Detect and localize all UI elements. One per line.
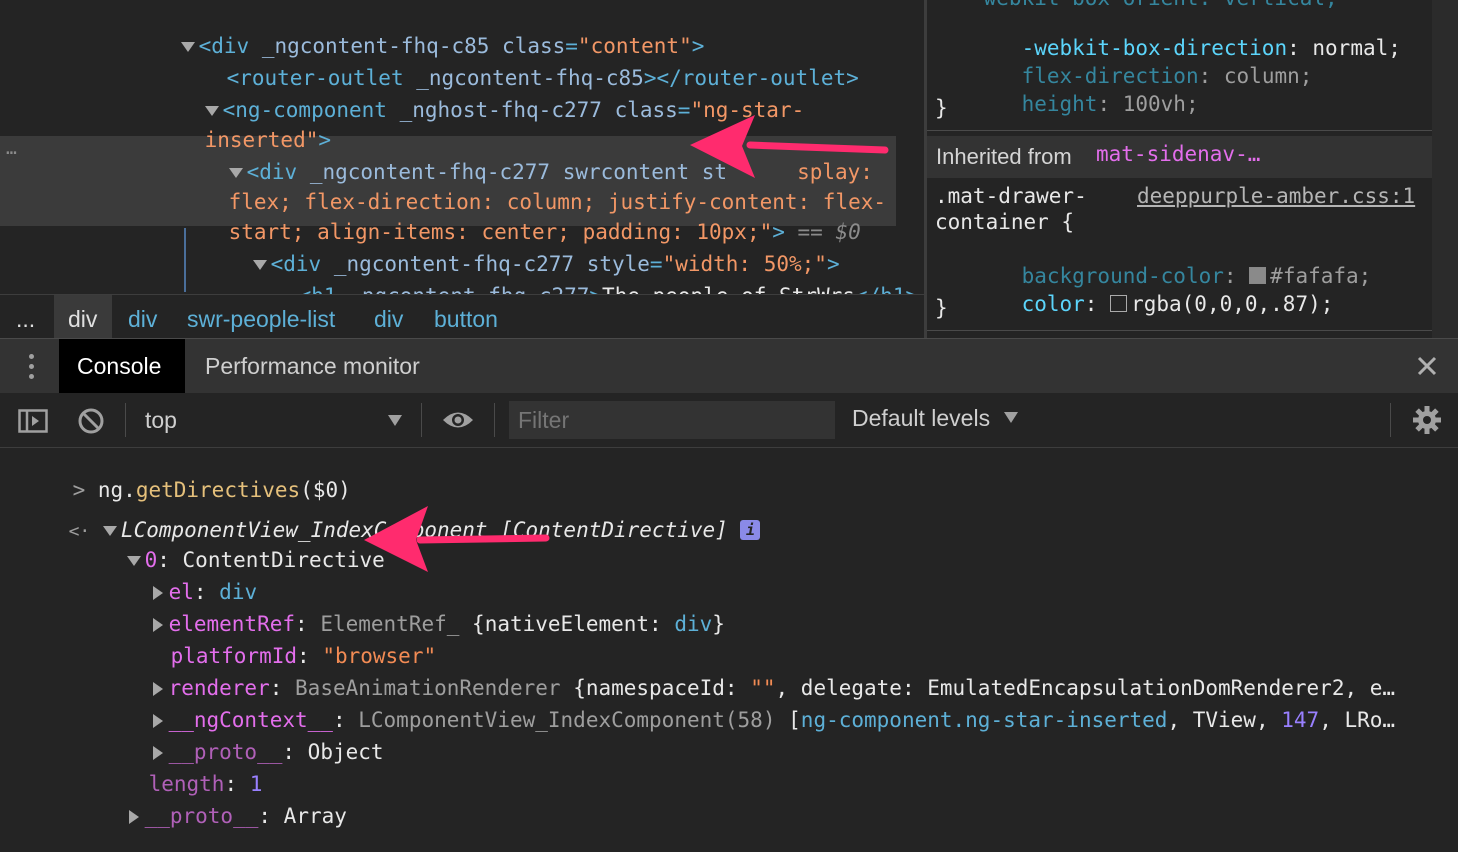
breadcrumb-item[interactable]: ... (16, 306, 35, 333)
breadcrumb: ... div div swr-people-list div button (0, 294, 924, 339)
filter-input[interactable] (509, 401, 835, 439)
breadcrumb-item[interactable]: swr-people-list (187, 306, 335, 333)
context-selector[interactable]: top (130, 401, 415, 439)
breadcrumb-item[interactable]: div (128, 306, 157, 333)
clear-console-icon[interactable] (77, 407, 105, 435)
sidebar-toggle-icon[interactable] (18, 409, 48, 433)
log-levels-dropdown[interactable]: Default levels (852, 405, 1019, 432)
rule-close-brace: } (935, 96, 948, 120)
eye-icon[interactable] (441, 409, 475, 431)
breadcrumb-item[interactable]: div (374, 306, 403, 333)
node-more-dots[interactable]: … (6, 138, 17, 159)
annotation-arrow (690, 115, 889, 178)
chevron-down-icon (388, 415, 402, 426)
gear-icon[interactable] (1412, 405, 1442, 435)
styles-panel: -webkit-box-orient: vertical; -webkit-bo… (927, 0, 1458, 338)
style-line-top: -webkit-box-orient: vertical; (971, 0, 1338, 10)
breadcrumb-item[interactable]: button (434, 306, 498, 333)
toolbar-separator (125, 403, 126, 437)
toolbar-separator (421, 403, 422, 437)
annotation-arrow (364, 506, 550, 572)
toolbar-separator (494, 403, 495, 437)
stylesheet-source-link[interactable]: deeppurple-amber.css:1 (1137, 184, 1415, 208)
rule-selector-cont: container { (935, 210, 1075, 234)
inherited-from-link[interactable]: mat-sidenav-… (1096, 142, 1260, 166)
styles-scrollbar[interactable] (1432, 0, 1458, 338)
tab-performance-monitor[interactable]: Performance monitor (205, 353, 420, 380)
rule-divider (927, 130, 1432, 131)
inherited-header: Inherited from mat-sidenav-… (927, 136, 1432, 178)
rule-divider (927, 330, 1432, 331)
drawer-tabbar: Console Performance monitor (0, 338, 1458, 394)
console-toolbar: top Default levels (0, 393, 1458, 448)
console-output: > ng.getDirectives($0) <· LComponentView… (0, 448, 1458, 828)
close-icon[interactable] (1416, 355, 1438, 377)
breadcrumb-item[interactable]: div (68, 306, 97, 333)
chevron-down-icon (1004, 412, 1019, 423)
console-array-proto[interactable]: __proto__: Array (78, 780, 347, 852)
tab-console[interactable]: Console (59, 339, 185, 393)
toolbar-separator (1390, 403, 1391, 437)
expand-triangle-icon[interactable] (128, 810, 139, 824)
color-swatch[interactable] (1110, 295, 1128, 312)
indent-guide (184, 228, 186, 292)
rule-close-brace: } (935, 296, 948, 320)
drawer-menu-icon[interactable] (29, 354, 37, 380)
rule-selector[interactable]: .mat-drawer- (935, 184, 1087, 208)
info-icon[interactable]: i (740, 520, 761, 540)
